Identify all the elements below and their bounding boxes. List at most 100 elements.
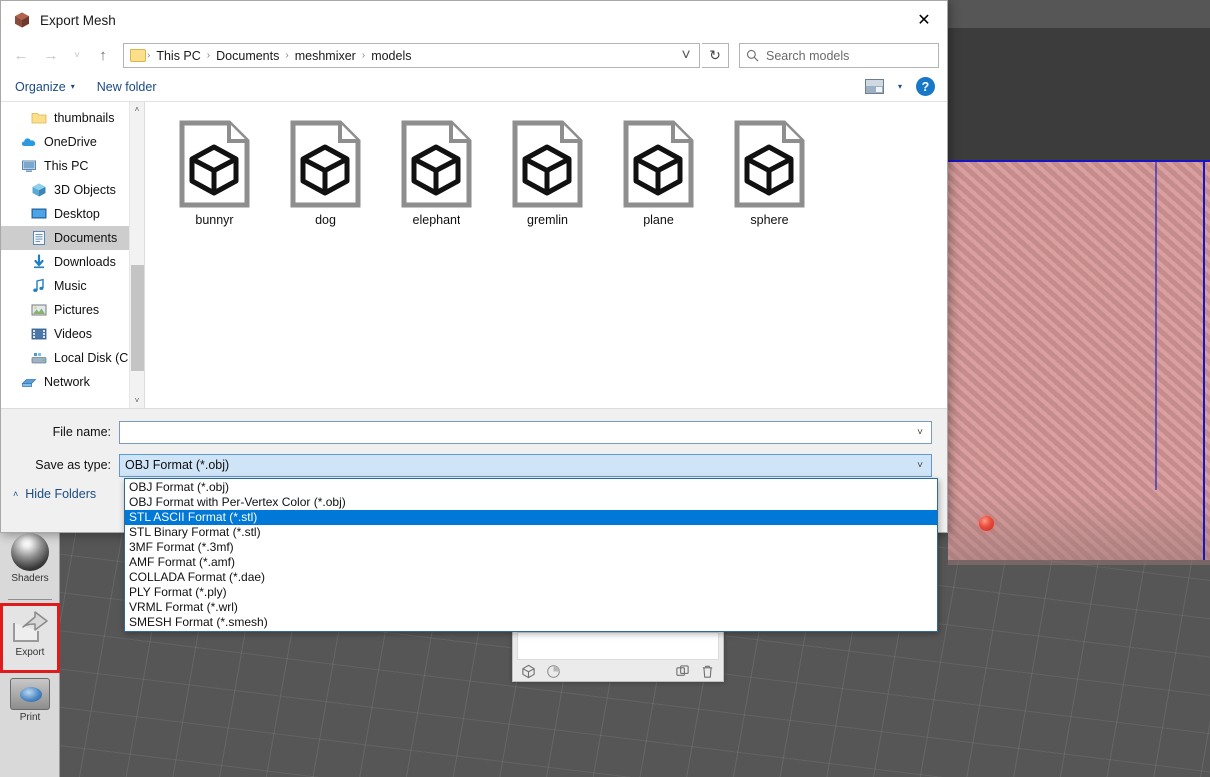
- dropdown-option[interactable]: SMESH Format (*.smesh): [125, 615, 937, 630]
- mesh-cube-icon: [15, 12, 29, 28]
- recent-locations-icon[interactable]: ˅: [67, 43, 87, 69]
- 3d-model-file-icon: [179, 120, 249, 208]
- sidebar-item-label: Music: [54, 279, 87, 293]
- command-bar: Organize ▾ New folder ▾ ?: [1, 72, 947, 102]
- up-one-level-icon[interactable]: ↑: [89, 43, 117, 69]
- 3d-objects-icon: [32, 183, 46, 197]
- breadcrumb-item-3[interactable]: models: [366, 49, 416, 63]
- dropdown-option[interactable]: COLLADA Format (*.dae): [125, 570, 937, 585]
- scroll-down-icon[interactable]: ˅: [130, 393, 145, 408]
- file-name-label: bunnyr: [195, 213, 234, 227]
- dialog-titlebar[interactable]: Export Mesh ✕: [1, 1, 947, 39]
- file-grid: bunnyr dog elephant gremlin plane sphere: [159, 114, 947, 239]
- file-item[interactable]: gremlin: [492, 114, 603, 239]
- 3d-model-file-icon: [734, 120, 804, 208]
- forward-icon[interactable]: →: [37, 43, 65, 69]
- sidebar-item-label: OneDrive: [44, 135, 97, 149]
- chevron-down-icon[interactable]: ˅: [675, 44, 697, 67]
- refresh-icon[interactable]: ↻: [702, 43, 729, 68]
- sidebar-item-pictures[interactable]: Pictures: [1, 298, 129, 322]
- chevron-down-icon: ▾: [70, 82, 75, 91]
- file-item[interactable]: sphere: [714, 114, 825, 239]
- view-layout-icon[interactable]: [864, 79, 884, 94]
- dropdown-option[interactable]: OBJ Format with Per-Vertex Color (*.obj): [125, 495, 937, 510]
- hide-folders-button[interactable]: ˄ Hide Folders: [13, 487, 96, 501]
- sidebar-item-local-disk-c[interactable]: Local Disk (C:): [1, 346, 129, 370]
- tool-shaders-label: Shaders: [11, 573, 49, 584]
- chevron-down-icon[interactable]: ▾: [898, 82, 902, 91]
- printer-icon: [10, 678, 50, 710]
- organize-button[interactable]: Organize ▾: [15, 80, 75, 94]
- duplicate-icon[interactable]: [675, 664, 690, 679]
- downloads-icon: [34, 254, 44, 269]
- sidebar-item-label: Local Disk (C:): [54, 351, 129, 365]
- file-list-pane[interactable]: bunnyr dog elephant gremlin plane sphere: [144, 102, 947, 408]
- savetype-row: Save as type: OBJ Format (*.obj) ˅: [1, 452, 947, 478]
- scroll-up-icon[interactable]: ˄: [130, 102, 145, 117]
- address-bar[interactable]: › This PC › Documents › meshmixer › mode…: [123, 43, 700, 68]
- breadcrumb-item-0[interactable]: This PC: [151, 49, 205, 63]
- sidebar-item-label: thumbnails: [54, 111, 115, 125]
- folder-icon: [130, 49, 146, 62]
- scrollbar-thumb[interactable]: [130, 265, 144, 371]
- dropdown-option[interactable]: 3MF Format (*.3mf): [125, 540, 937, 555]
- sidebar-item-onedrive[interactable]: OneDrive: [1, 130, 129, 154]
- file-item[interactable]: bunnyr: [159, 114, 270, 239]
- dropdown-option[interactable]: STL Binary Format (*.stl): [125, 525, 937, 540]
- documents-icon: [33, 231, 45, 245]
- sidebar-item-music[interactable]: Music: [1, 274, 129, 298]
- search-input[interactable]: Search models: [739, 43, 939, 68]
- dropdown-option[interactable]: PLY Format (*.ply): [125, 585, 937, 600]
- shader-sphere-icon: [11, 533, 49, 571]
- plate-boundary-top: [948, 160, 1210, 162]
- tool-shaders[interactable]: Shaders: [0, 528, 60, 598]
- chevron-down-icon[interactable]: ˅: [909, 427, 931, 438]
- sidebar-item-network[interactable]: Network: [1, 370, 129, 394]
- tool-print[interactable]: Print: [0, 673, 60, 743]
- file-item[interactable]: dog: [270, 114, 381, 239]
- filename-input[interactable]: ˅: [119, 420, 932, 444]
- sidebar-item-this-pc[interactable]: This PC: [1, 154, 129, 178]
- new-folder-button[interactable]: New folder: [97, 80, 157, 94]
- file-type-combobox[interactable]: OBJ Format (*.obj) ˅: [119, 453, 932, 477]
- filename-label: File name:: [52, 425, 111, 439]
- cube-icon[interactable]: [521, 664, 536, 679]
- organize-label: Organize: [15, 79, 66, 94]
- sidebar-item-label: Network: [44, 375, 90, 389]
- help-icon[interactable]: ?: [916, 77, 935, 96]
- breadcrumb: › This PC › Documents › meshmixer › mode…: [146, 49, 675, 63]
- sidebar-item-downloads[interactable]: Downloads: [1, 250, 129, 274]
- file-type-dropdown-list[interactable]: OBJ Format (*.obj) OBJ Format with Per-V…: [124, 478, 938, 632]
- music-icon: [33, 278, 44, 292]
- close-icon[interactable]: ✕: [901, 1, 947, 39]
- dropdown-option-selected[interactable]: STL ASCII Format (*.stl): [125, 510, 937, 525]
- file-name-label: dog: [315, 213, 336, 227]
- file-item[interactable]: elephant: [381, 114, 492, 239]
- sidebar-item-thumbnails[interactable]: thumbnails: [1, 106, 129, 130]
- sidebar-item-videos[interactable]: Videos: [1, 322, 129, 346]
- chevron-up-icon: ˄: [13, 489, 19, 499]
- pie-chart-icon[interactable]: [546, 664, 561, 679]
- file-item[interactable]: plane: [603, 114, 714, 239]
- export-mesh-dialog: Export Mesh ✕ ← → ˅ ↑ › This PC › Docume…: [0, 0, 948, 533]
- tree-scrollbar[interactable]: ˄ ˅: [129, 102, 144, 408]
- dropdown-option[interactable]: VRML Format (*.wrl): [125, 600, 937, 615]
- dropdown-option[interactable]: OBJ Format (*.obj): [125, 480, 937, 495]
- tool-export[interactable]: Export: [0, 603, 60, 673]
- file-type-value: OBJ Format (*.obj): [125, 458, 230, 472]
- sidebar-item-desktop[interactable]: Desktop: [1, 202, 129, 226]
- back-icon[interactable]: ←: [7, 43, 35, 69]
- 3d-model-file-icon: [401, 120, 471, 208]
- sidebar-item-3d-objects[interactable]: 3D Objects: [1, 178, 129, 202]
- 3d-model-file-icon: [512, 120, 582, 208]
- file-name-label: sphere: [750, 213, 789, 227]
- tool-rail-divider: [7, 599, 52, 600]
- dropdown-option[interactable]: AMF Format (*.amf): [125, 555, 937, 570]
- breadcrumb-item-1[interactable]: Documents: [211, 49, 284, 63]
- breadcrumb-item-2[interactable]: meshmixer: [290, 49, 361, 63]
- sidebar-item-label: Pictures: [54, 303, 100, 317]
- trash-icon[interactable]: [700, 664, 715, 679]
- scrollbar-track[interactable]: [130, 117, 145, 393]
- sidebar-item-documents[interactable]: Documents: [1, 226, 129, 250]
- chevron-down-icon[interactable]: ˅: [909, 460, 931, 471]
